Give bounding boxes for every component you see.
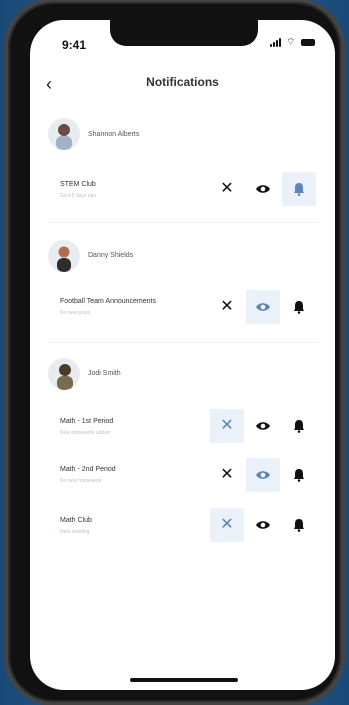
eye-icon	[255, 469, 271, 481]
group-subtitle: No new homework	[60, 478, 102, 484]
home-indicator[interactable]	[130, 678, 238, 682]
mute-button[interactable]: ✕	[210, 409, 244, 443]
close-icon: ✕	[220, 466, 234, 483]
battery-icon	[301, 39, 315, 46]
phone-frame: 9:41 ⌔ ‹ Notifications Shannon Alberts S…	[8, 2, 341, 702]
mute-button[interactable]: ✕	[210, 508, 244, 542]
bell-icon	[293, 468, 305, 482]
divider	[48, 342, 318, 343]
person-name: Danny Shields	[88, 252, 134, 259]
view-button[interactable]	[246, 290, 280, 324]
notify-button[interactable]	[282, 290, 316, 324]
eye-icon	[255, 183, 271, 195]
notify-button[interactable]	[282, 172, 316, 206]
status-icons: ⌔	[270, 36, 315, 48]
view-button[interactable]	[246, 508, 280, 542]
bell-icon	[293, 419, 305, 433]
close-icon: ✕	[220, 417, 234, 434]
eye-icon	[255, 301, 271, 313]
status-time: 9:41	[62, 38, 87, 52]
avatar	[48, 240, 80, 272]
eye-icon	[255, 519, 271, 531]
view-button[interactable]	[246, 172, 280, 206]
page-title: Notifications	[146, 75, 219, 89]
mute-button[interactable]: ✕	[210, 172, 244, 206]
notch	[110, 20, 258, 46]
app-screen: 9:41 ⌔ ‹ Notifications Shannon Alberts S…	[30, 20, 335, 690]
view-button[interactable]	[246, 458, 280, 492]
close-icon: ✕	[220, 298, 234, 315]
bell-icon	[293, 300, 305, 314]
group-title: STEM Club	[60, 181, 96, 188]
signal-icon	[270, 38, 281, 47]
mute-button[interactable]: ✕	[210, 290, 244, 324]
wifi-icon: ⌔	[286, 36, 296, 48]
person-name: Shannon Alberts	[88, 131, 140, 138]
close-icon: ✕	[220, 516, 234, 533]
bell-icon	[293, 182, 305, 196]
avatar	[48, 358, 80, 390]
divider	[48, 222, 318, 223]
notify-button[interactable]	[282, 508, 316, 542]
close-icon: ✕	[220, 180, 234, 197]
mute-button[interactable]: ✕	[210, 458, 244, 492]
group-title: Football Team Announcements	[60, 298, 156, 305]
group-title: Math Club	[60, 517, 92, 524]
group-subtitle: Next meeting	[60, 529, 90, 535]
group-subtitle: No new posts	[60, 310, 91, 316]
group-title: Math - 2nd Period	[60, 466, 116, 473]
notify-button[interactable]	[282, 458, 316, 492]
person-name: Jodi Smith	[88, 370, 121, 377]
group-subtitle: New homework added	[60, 430, 110, 436]
avatar	[48, 118, 80, 150]
group-title: Math - 1st Period	[60, 418, 114, 425]
eye-icon	[255, 420, 271, 432]
notify-button[interactable]	[282, 409, 316, 443]
view-button[interactable]	[246, 409, 280, 443]
group-subtitle: Sent 5 days ago	[60, 193, 97, 199]
bell-icon	[293, 518, 305, 532]
